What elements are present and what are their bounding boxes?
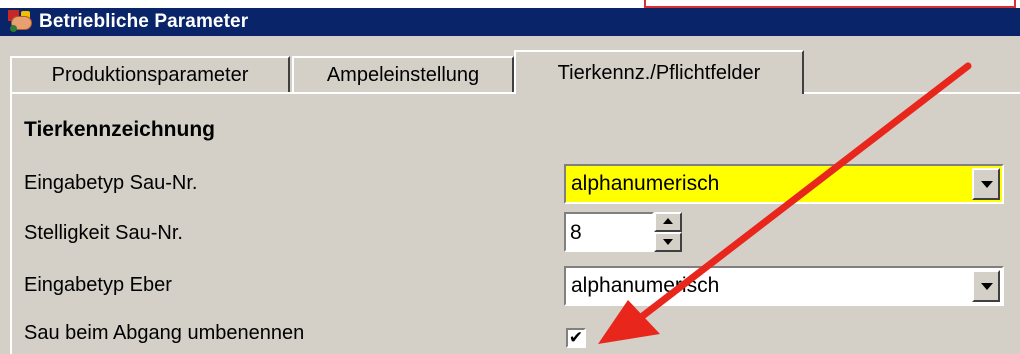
label-eingabetyp-eber: Eingabetyp Eber	[24, 274, 172, 296]
spin-down-icon[interactable]	[654, 232, 682, 252]
eingabetyp-sau-select[interactable]: alphanumerisch	[564, 164, 1004, 204]
chevron-down-icon[interactable]	[972, 168, 1000, 200]
tab-tierkennz-pflichtfelder[interactable]: Tierkennz./Pflichtfelder	[514, 50, 804, 94]
tab-ampeleinstellung[interactable]: Ampeleinstellung	[292, 56, 514, 92]
section-title: Tierkennzeichnung	[24, 118, 215, 141]
window-title: Betriebliche Parameter	[39, 11, 249, 32]
chevron-down-icon[interactable]	[972, 270, 1000, 302]
spin-up-icon[interactable]	[654, 212, 682, 232]
stelligkeit-sau-input[interactable]: 8	[564, 212, 654, 252]
label-umbenennen: Sau beim Abgang umbenennen	[24, 322, 305, 344]
eingabetyp-eber-value: alphanumerisch	[571, 274, 720, 297]
tab-produktionsparameter[interactable]: Produktionsparameter	[10, 56, 290, 92]
stelligkeit-sau-value: 8	[570, 221, 582, 244]
eingabetyp-eber-select[interactable]: alphanumerisch	[564, 266, 1004, 306]
window-titlebar[interactable]: Betriebliche Parameter	[0, 8, 1020, 36]
dot-shape	[10, 25, 17, 32]
label-eingabetyp-sau: Eingabetyp Sau-Nr.	[24, 172, 198, 194]
callout-box	[644, 0, 1016, 8]
app-pig-icon	[8, 10, 34, 34]
eingabetyp-sau-value: alphanumerisch	[571, 172, 720, 195]
umbenennen-checkbox[interactable]: ✔	[566, 328, 586, 348]
label-stelligkeit-sau: Stelligkeit Sau-Nr.	[24, 222, 183, 244]
